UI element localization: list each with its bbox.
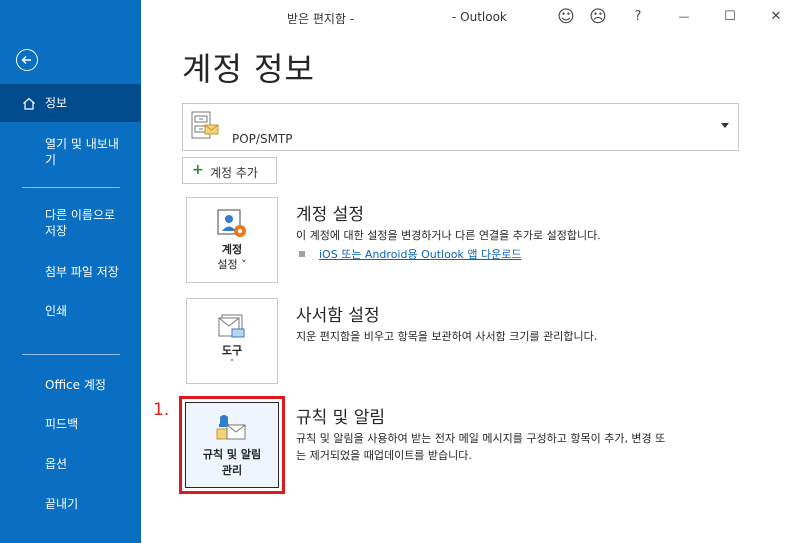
minimize-button[interactable]: —: [673, 6, 695, 28]
account-dropdown[interactable]: POP/SMTP: [182, 103, 739, 151]
page-title: 계정 정보: [182, 50, 315, 88]
account-selected-value: POP/SMTP: [232, 132, 293, 146]
window-title-app: - Outlook: [452, 10, 507, 24]
title-bar: 받은 편지함 - - Outlook ☺ ☹ ? — ☐ ✕: [141, 0, 800, 34]
tile-label-2: 설정 ˅: [217, 258, 247, 271]
outlook-backstage: 정보 열기 및 내보내 기 다른 이름으로 저장 첨부 파일 저장 인쇄 Off…: [0, 0, 800, 543]
sidebar-item-label: 인쇄: [45, 304, 68, 318]
section-description: 규칙 및 알림을 사용하여 받는 전자 메일 메시지를 구성하고 항목이 추가,…: [296, 432, 666, 445]
sidebar-item-office-account[interactable]: Office 계정: [0, 377, 141, 395]
section-title: 계정 설정: [296, 205, 364, 225]
sidebar-item-print[interactable]: 인쇄: [0, 303, 141, 321]
sidebar-item-label: 정보: [45, 96, 68, 110]
mailbox-tools-tile[interactable]: 도구 ˅: [186, 298, 278, 384]
section-description: 이 계정에 대한 설정을 변경하거나 다른 연결을 추가로 설정합니다.: [296, 229, 601, 242]
sidebar-item-info[interactable]: 정보: [0, 84, 141, 122]
rules-alerts-icon: [216, 415, 246, 440]
sidebar-item-feedback[interactable]: 피드백: [0, 416, 141, 434]
sidebar-divider: [22, 187, 120, 188]
backstage-sidebar: 정보 열기 및 내보내 기 다른 이름으로 저장 첨부 파일 저장 인쇄 Off…: [0, 0, 141, 543]
step-annotation: 1.: [153, 400, 170, 420]
sidebar-item-save-attachments[interactable]: 첨부 파일 저장: [0, 264, 141, 282]
section-description: 지운 편지함을 비우고 항목을 보관하여 사서함 크기를 관리합니다.: [296, 330, 598, 343]
window-title-folder: 받은 편지함 -: [287, 12, 355, 26]
section-title: 사서함 설정: [296, 306, 380, 326]
plus-icon: +: [192, 162, 204, 178]
add-account-button[interactable]: + 계정 추가: [182, 157, 277, 184]
tile-label: 규칙 및 알림: [202, 448, 262, 461]
chevron-down-icon: [721, 123, 729, 128]
sidebar-item-label: 첨부 파일 저장: [45, 265, 119, 279]
chevron-down-icon: ˅: [229, 359, 235, 369]
sidebar-item-label: Office 계정: [45, 378, 106, 392]
smile-feedback-icon[interactable]: ☺: [555, 6, 577, 28]
sidebar-item-save-as[interactable]: 다른 이름으로 저장: [0, 207, 141, 243]
add-account-label: 계정 추가: [210, 166, 258, 180]
tile-label: 도구: [221, 344, 243, 357]
section-description: 는 제거되었을 때업데이트를 받습니다.: [296, 449, 472, 462]
mobile-app-download-link[interactable]: iOS 또는 Android용 Outlook 앱 다운로드: [319, 246, 522, 262]
manage-rules-alerts-tile[interactable]: 규칙 및 알림 관리: [185, 402, 279, 488]
sidebar-divider: [22, 354, 120, 355]
sidebar-item-label: 피드백: [45, 417, 79, 431]
help-button[interactable]: ?: [627, 6, 649, 28]
tile-label: 계정: [221, 243, 243, 256]
sidebar-item-label: 옵션: [45, 457, 68, 471]
sidebar-item-options[interactable]: 옵션: [0, 456, 141, 474]
back-arrow-icon: [21, 56, 31, 64]
maximize-button[interactable]: ☐: [719, 6, 741, 28]
frown-feedback-icon[interactable]: ☹: [587, 6, 609, 28]
tile-label-2: 관리: [221, 464, 243, 477]
sidebar-item-open-export[interactable]: 열기 및 내보내 기: [0, 136, 141, 172]
pop-account-icon: [191, 111, 219, 139]
close-button[interactable]: ✕: [765, 6, 787, 28]
section-title: 규칙 및 알림: [296, 408, 386, 428]
account-settings-tile[interactable]: 계정 설정 ˅: [186, 197, 278, 283]
account-settings-icon: [217, 209, 246, 237]
sidebar-item-label: 열기 및 내보내: [45, 137, 119, 151]
sidebar-item-label: 다른 이름으로: [45, 208, 116, 222]
sidebar-item-label: 저장: [45, 224, 68, 238]
home-icon: [23, 97, 35, 110]
bullet-icon: [299, 251, 305, 257]
mailbox-tools-icon: [218, 314, 245, 338]
sidebar-item-exit[interactable]: 끝내기: [0, 496, 141, 514]
sidebar-item-label: 기: [45, 153, 57, 167]
sidebar-item-label: 끝내기: [45, 497, 79, 511]
back-button[interactable]: [16, 49, 38, 71]
